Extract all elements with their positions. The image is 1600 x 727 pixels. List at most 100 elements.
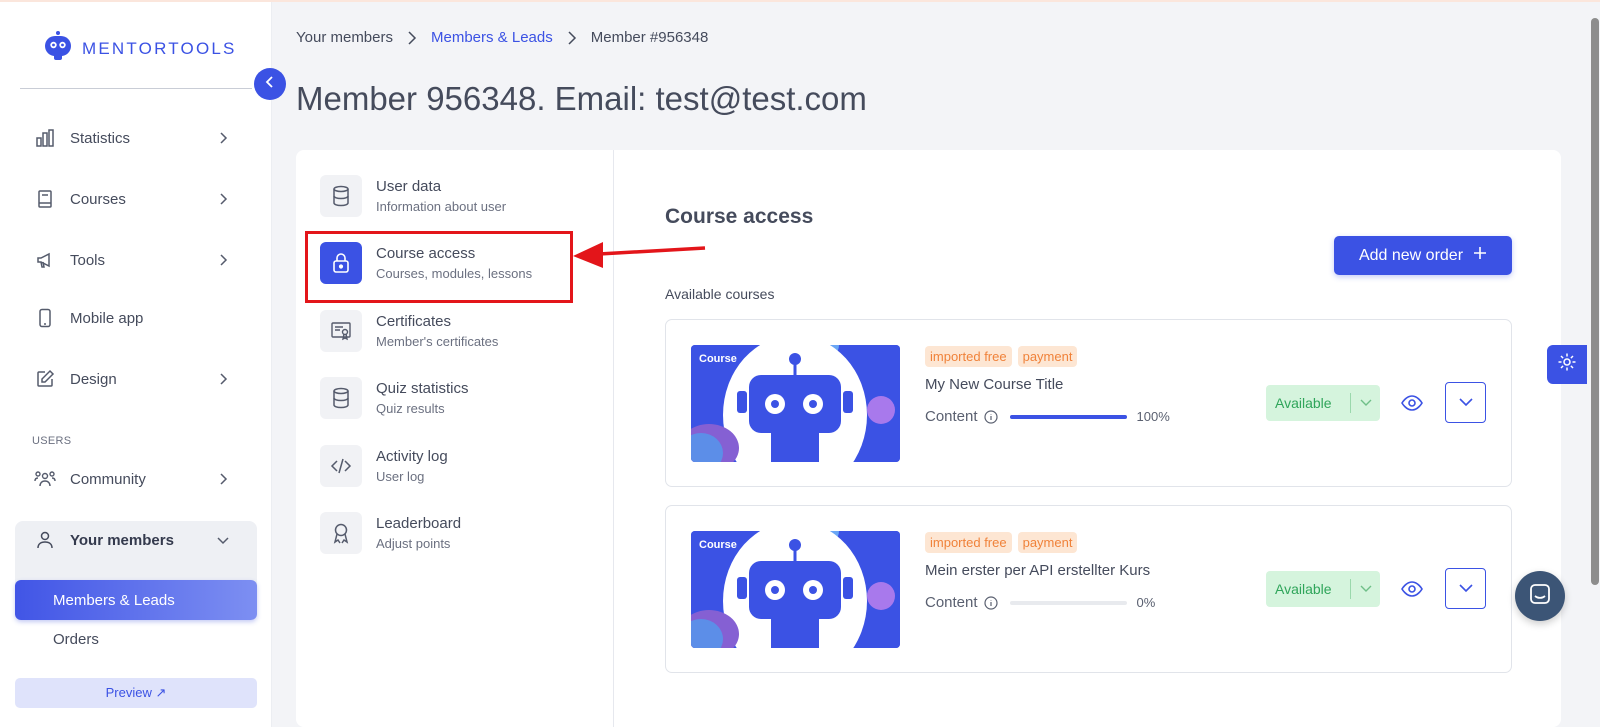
- progress-bar: [1009, 600, 1127, 605]
- chevron-down-icon: [216, 533, 230, 547]
- chevron-right-icon: [216, 131, 230, 145]
- preview-button[interactable]: Preview ↗: [15, 678, 257, 708]
- info-icon[interactable]: [983, 595, 998, 610]
- sidebar-item-design[interactable]: Design: [20, 357, 252, 401]
- edit-icon: [32, 366, 58, 392]
- menu-item-subtitle: Quiz results: [376, 401, 445, 416]
- menu-item-user-data[interactable]: User data Information about user: [320, 172, 590, 220]
- course-thumbnail[interactable]: Course: [691, 345, 900, 462]
- sidebar-item-label: Design: [70, 370, 117, 388]
- sidebar-item-statistics[interactable]: Statistics: [20, 116, 252, 160]
- status-select[interactable]: Available: [1266, 571, 1380, 607]
- breadcrumb: Your members Members & Leads Member #956…: [296, 29, 708, 46]
- breadcrumb-current-member: Member #956348: [590, 29, 709, 46]
- chevron-down-icon: [1351, 399, 1380, 407]
- mobile-phone-icon: [32, 305, 58, 331]
- badge-payment: payment: [1017, 346, 1078, 367]
- status-select[interactable]: Available: [1266, 385, 1380, 421]
- chat-launcher-button[interactable]: [1515, 571, 1565, 621]
- sidebar-item-label: Your members: [70, 531, 174, 549]
- badge-payment: payment: [1017, 532, 1078, 553]
- progress-percent: 0%: [1136, 595, 1156, 610]
- sidebar-subitem-members-leads[interactable]: Members & Leads: [15, 580, 257, 620]
- certificate-icon: [320, 310, 362, 352]
- collapse-sidebar-button[interactable]: [254, 68, 286, 100]
- menu-item-title: Leaderboard: [376, 515, 462, 532]
- chat-icon: [1528, 582, 1552, 611]
- chevron-right-icon: [216, 472, 230, 486]
- chevron-down-icon: [1458, 580, 1473, 598]
- sidebar-item-courses[interactable]: Courses: [20, 177, 252, 221]
- menu-item-quiz-statistics[interactable]: Quiz statistics Quiz results: [320, 374, 590, 422]
- gear-icon: [1557, 352, 1577, 377]
- menu-item-subtitle: Information about user: [376, 199, 507, 214]
- sidebar-item-your-members[interactable]: Your members: [20, 518, 252, 562]
- thumbnail-tag: Course: [699, 353, 737, 365]
- scrollbar-thumb[interactable]: [1591, 18, 1599, 585]
- annotation-arrow: [573, 242, 706, 268]
- add-new-order-button[interactable]: Add new order: [1334, 236, 1512, 275]
- menu-item-title: Quiz statistics: [376, 380, 469, 397]
- status-label: Available: [1275, 581, 1332, 597]
- community-icon: [32, 466, 58, 492]
- sidebar-divider: [20, 88, 252, 89]
- user-icon: [32, 527, 58, 553]
- add-new-order-label: Add new order: [1358, 246, 1464, 264]
- menu-item-leaderboard[interactable]: Leaderboard Adjust points: [320, 509, 590, 557]
- menu-item-subtitle: Adjust points: [376, 536, 451, 551]
- sidebar-item-community[interactable]: Community: [20, 457, 252, 501]
- course-badges: imported free payment: [925, 346, 1078, 367]
- expand-course-button[interactable]: [1445, 382, 1486, 423]
- chevron-right-icon: [216, 192, 230, 206]
- menu-item-subtitle: User log: [376, 469, 425, 484]
- eye-icon[interactable]: [1400, 391, 1424, 415]
- database-icon: [320, 175, 362, 217]
- sidebar-item-label: Mobile app: [70, 309, 144, 327]
- megaphone-icon: [32, 247, 58, 273]
- chevron-right-icon: [407, 30, 417, 45]
- sidebar-subitem-orders[interactable]: Orders: [53, 631, 99, 648]
- chevron-right-icon: [216, 253, 230, 267]
- expand-course-button[interactable]: [1445, 568, 1486, 609]
- menu-item-title: Activity log: [376, 448, 448, 465]
- course-access-title: Course access: [665, 205, 814, 228]
- page-title: Member 956348. Email: test@test.com: [296, 80, 867, 117]
- info-icon[interactable]: [983, 409, 998, 424]
- sidebar-section-users: USERS: [32, 435, 72, 447]
- sidebar-item-mobile-app[interactable]: Mobile app: [20, 296, 252, 340]
- course-title: My New Course Title: [925, 376, 1064, 393]
- content-progress-row: Content 0%: [925, 594, 1155, 611]
- course-card: Course imported free payment Mein erster…: [665, 505, 1512, 673]
- course-thumbnail[interactable]: Course: [691, 531, 900, 648]
- eye-icon[interactable]: [1400, 577, 1424, 601]
- breadcrumb-members-leads[interactable]: Members & Leads: [431, 29, 553, 46]
- chevron-left-icon: [265, 75, 275, 93]
- sidebar-item-tools[interactable]: Tools: [20, 238, 252, 282]
- content-label: Content: [925, 408, 978, 425]
- book-icon: [32, 186, 58, 212]
- badge-imported-free: imported free: [925, 346, 1012, 367]
- sidebar-item-label: Courses: [70, 190, 126, 208]
- menu-item-subtitle: Member's certificates: [376, 334, 499, 349]
- bar-chart-icon: [32, 125, 58, 151]
- chevron-down-icon: [1458, 394, 1473, 412]
- breadcrumb-your-members[interactable]: Your members: [296, 29, 393, 46]
- database-icon: [320, 377, 362, 419]
- plus-icon: [1473, 246, 1487, 265]
- menu-item-activity-log[interactable]: Activity log User log: [320, 442, 590, 490]
- course-card: Course imported free payment My New Cour…: [665, 319, 1512, 487]
- sidebar: MENTORTOOLS Statistics Courses Tools Mob…: [0, 2, 272, 727]
- content-progress-row: Content 100%: [925, 408, 1170, 425]
- sidebar-item-label: Tools: [70, 251, 106, 269]
- settings-tab[interactable]: [1547, 345, 1587, 384]
- brand-logo[interactable]: MENTORTOOLS: [42, 30, 237, 67]
- brand-name: MENTORTOOLS: [82, 38, 237, 58]
- thumbnail-tag: Course: [699, 539, 737, 551]
- award-icon: [320, 512, 362, 554]
- course-badges: imported free payment: [925, 532, 1078, 553]
- menu-item-title: Certificates: [376, 313, 452, 330]
- content-label: Content: [925, 594, 978, 611]
- menu-item-certificates[interactable]: Certificates Member's certificates: [320, 307, 590, 355]
- chevron-right-icon: [567, 30, 577, 45]
- sidebar-item-label: Community: [70, 470, 146, 488]
